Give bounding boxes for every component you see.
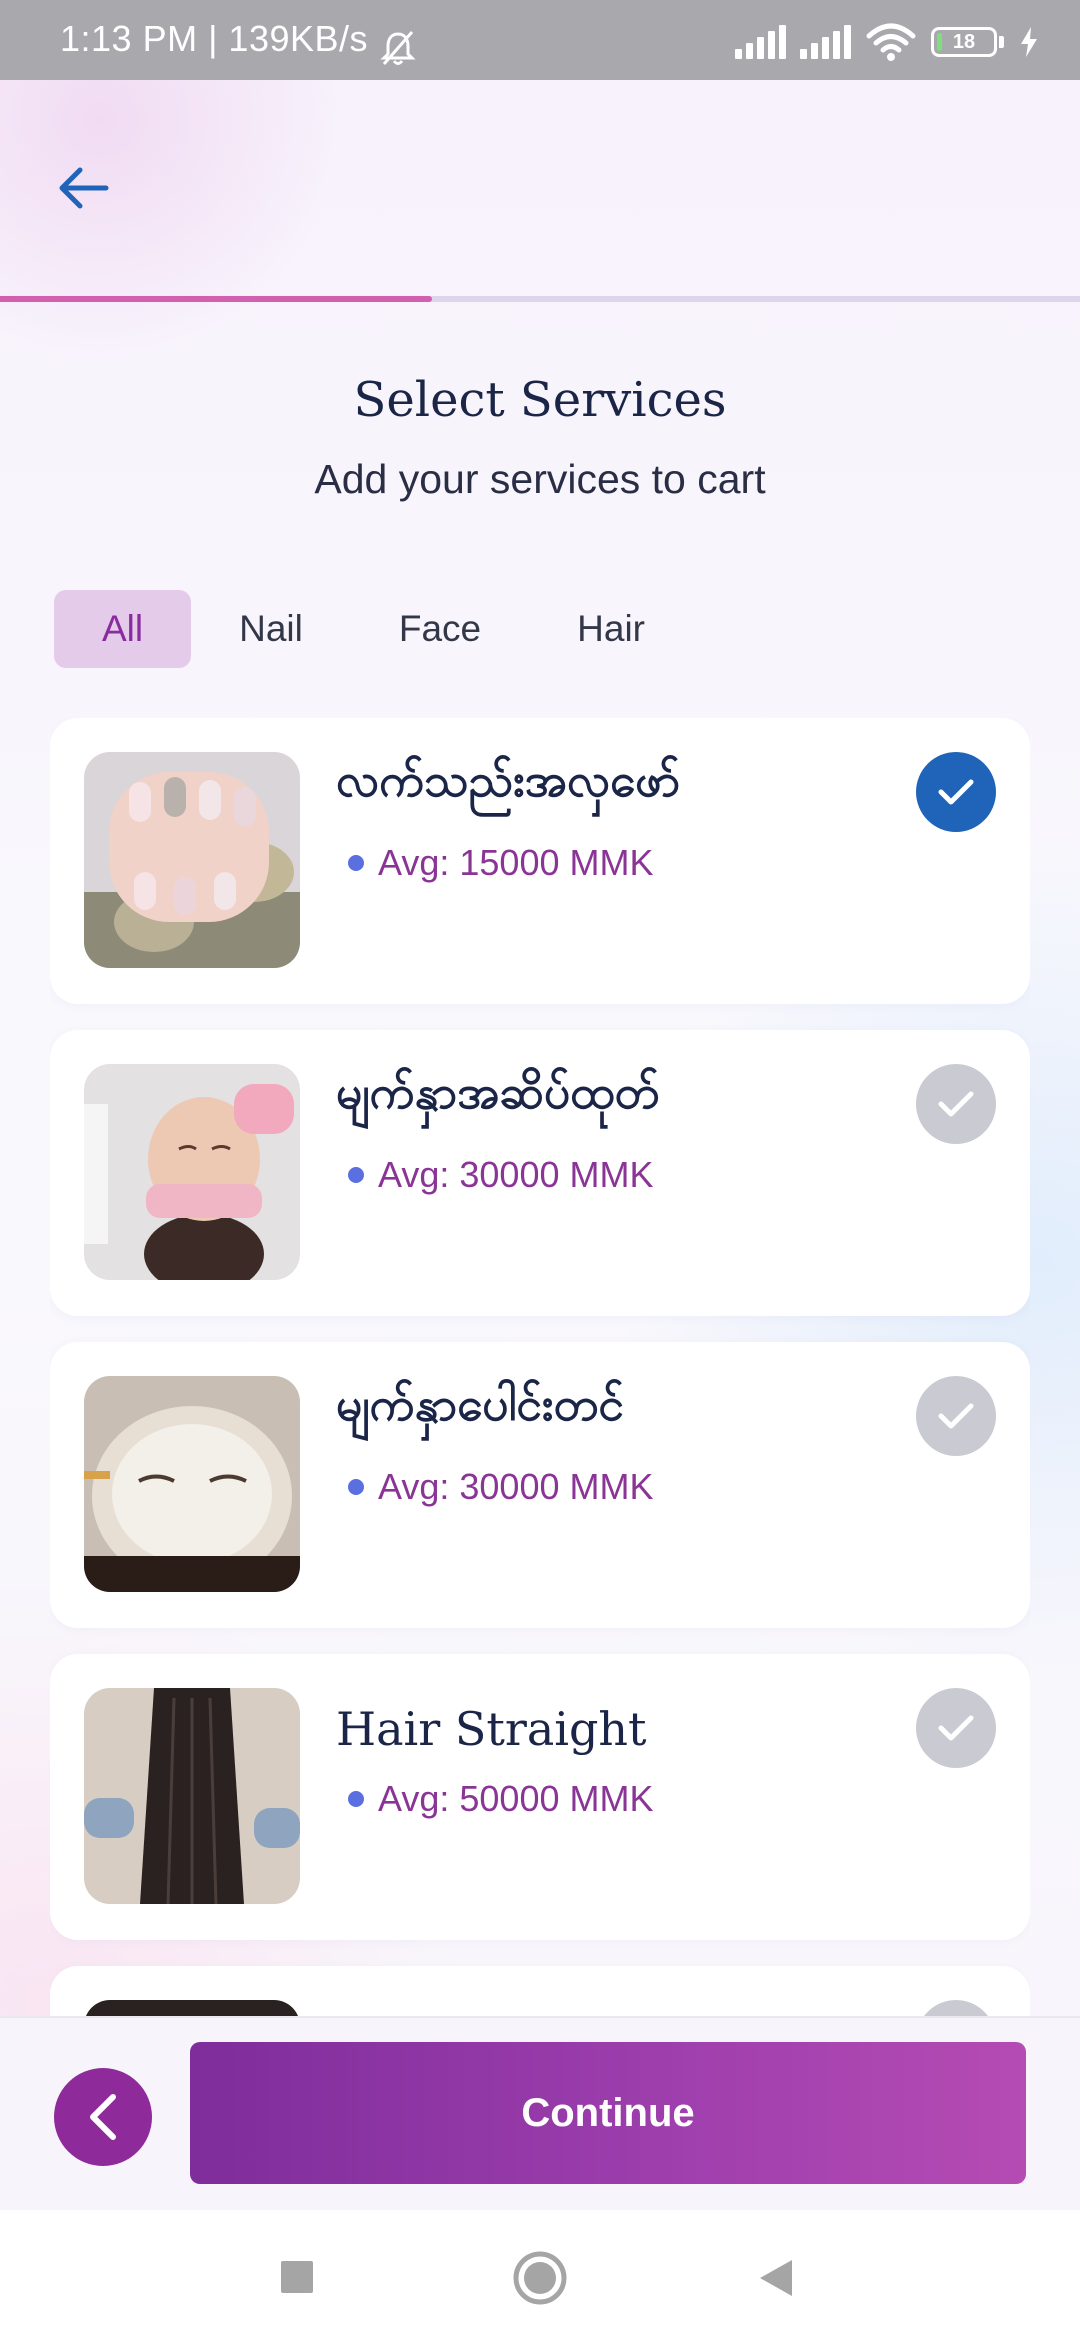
wifi-icon [866,23,916,61]
service-card[interactable]: မျက်နှာအဆိပ်ထုတ် Avg: 30000 MMK [50,1030,1030,1316]
status-time: 1:13 PM | 139KB/s [60,18,369,59]
checkmark-icon [938,779,974,805]
service-card[interactable]: မျက်နှာပေါင်းတင် Avg: 30000 MMK [50,1342,1030,1628]
chevron-left-icon [90,2094,116,2140]
triangle-back-icon [760,2260,792,2296]
signal-icon [735,25,786,59]
page-title: Select Services [353,372,727,428]
arrow-left-icon [59,167,109,209]
charging-icon [1021,27,1037,57]
select-check-button[interactable] [916,1064,996,1144]
price-dot [348,1167,364,1183]
hair-photo [84,1688,300,1904]
face-treatment-photo [84,1064,300,1280]
checkmark-icon [938,1091,974,1117]
service-price: Avg: 50000 MMK [378,1778,654,1819]
service-card[interactable]: Hair Straight Avg: 50000 MMK [50,1654,1030,1940]
service-name: မျက်နှာပေါင်းတင် [336,1377,624,1431]
muted-bell-icon [380,31,416,65]
battery-tip [999,36,1004,48]
checkmark-icon [938,1715,974,1741]
back-button[interactable] [52,158,112,218]
service-price: Avg: 30000 MMK [378,1466,654,1507]
status-bar: 1:13 PM | 139KB/s 18 [0,0,1080,80]
tab-all[interactable]: All [54,590,192,668]
progress-bar [0,296,1080,302]
service-list: လက်သည်းအလှဖော် Avg: 15000 MMK မျက်နှာအဆိ… [50,718,1030,2018]
select-check-button[interactable] [916,1376,996,1456]
battery-icon: 18 [931,27,997,57]
home-button[interactable] [512,2250,568,2311]
select-check-button[interactable] [916,752,996,832]
previous-button[interactable] [54,2068,152,2166]
checkmark-icon [938,1403,974,1429]
price-dot [348,1791,364,1807]
status-icons: 18 [735,22,1040,62]
service-name: မျက်နှာအဆိပ်ထုတ် [336,1065,660,1119]
signal-icon-2 [800,25,851,59]
back-nav-button[interactable] [758,2258,794,2303]
category-tabs: All Nail Face Hair [54,590,693,668]
service-price: Avg: 15000 MMK [378,842,654,883]
service-price: Avg: 30000 MMK [378,1154,654,1195]
progress-fill [0,296,432,302]
face-mask-photo [84,1376,300,1592]
recent-apps-button[interactable] [280,2260,314,2299]
price-row: Avg: 50000 MMK [348,1778,653,1820]
tab-nail[interactable]: Nail [191,590,351,668]
tab-face[interactable]: Face [351,590,529,668]
square-icon [281,2261,313,2293]
system-nav-bar [0,2210,1080,2340]
price-row: Avg: 15000 MMK [348,842,653,884]
battery-text: 18 [952,31,976,53]
tab-hair[interactable]: Hair [529,590,693,668]
circle-home-icon [513,2251,567,2305]
service-card[interactable]: လက်သည်းအလှဖော် Avg: 15000 MMK [50,718,1030,1004]
price-dot [348,1479,364,1495]
service-name: လက်သည်းအလှဖော် [336,753,681,807]
select-check-button[interactable] [916,1688,996,1768]
continue-button[interactable]: Continue [190,2042,1026,2184]
price-row: Avg: 30000 MMK [348,1466,653,1508]
price-dot [348,855,364,871]
service-name: Hair Straight [336,1702,647,1756]
nail-photo [84,752,300,968]
price-row: Avg: 30000 MMK [348,1154,653,1196]
page-subtitle: Add your services to cart [314,456,766,502]
service-card-partial[interactable] [50,1966,1030,2018]
